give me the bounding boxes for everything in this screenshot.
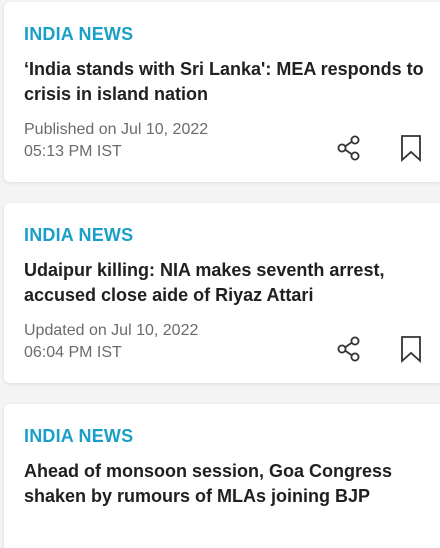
bookmark-icon — [401, 135, 421, 162]
bookmark-icon — [401, 336, 421, 363]
article-card: INDIA NEWS Udaipur killing: NIA makes se… — [4, 203, 440, 383]
share-button[interactable] — [334, 133, 364, 163]
publish-time: 05:13 PM IST — [24, 143, 122, 160]
article-actions — [334, 334, 426, 364]
article-meta: Published on Jul 10, 2022 05:13 PM IST — [24, 119, 208, 163]
news-feed: INDIA NEWS ‘India stands with Sri Lanka'… — [0, 0, 440, 548]
article-headline[interactable]: ‘India stands with Sri Lanka': MEA respo… — [24, 57, 424, 107]
article-actions — [334, 133, 426, 163]
article-card: INDIA NEWS Ahead of monsoon session, Goa… — [4, 404, 440, 548]
bookmark-button[interactable] — [396, 334, 426, 364]
publish-date: Published on Jul 10, 2022 — [24, 121, 209, 138]
share-button[interactable] — [334, 334, 364, 364]
category-label[interactable]: INDIA NEWS — [24, 24, 133, 45]
article-card: INDIA NEWS ‘India stands with Sri Lanka'… — [4, 2, 440, 182]
share-icon — [337, 135, 360, 161]
article-headline[interactable]: Ahead of monsoon session, Goa Congress s… — [24, 459, 424, 509]
bookmark-button[interactable] — [396, 133, 426, 163]
article-meta: Updated on Jul 10, 2022 06:04 PM IST — [24, 320, 198, 364]
category-label[interactable]: INDIA NEWS — [24, 426, 133, 447]
category-label[interactable]: INDIA NEWS — [24, 225, 133, 246]
publish-time: 06:04 PM IST — [24, 344, 122, 361]
share-icon — [337, 336, 360, 362]
article-headline[interactable]: Udaipur killing: NIA makes seventh arres… — [24, 258, 424, 308]
publish-date: Updated on Jul 10, 2022 — [24, 322, 199, 339]
